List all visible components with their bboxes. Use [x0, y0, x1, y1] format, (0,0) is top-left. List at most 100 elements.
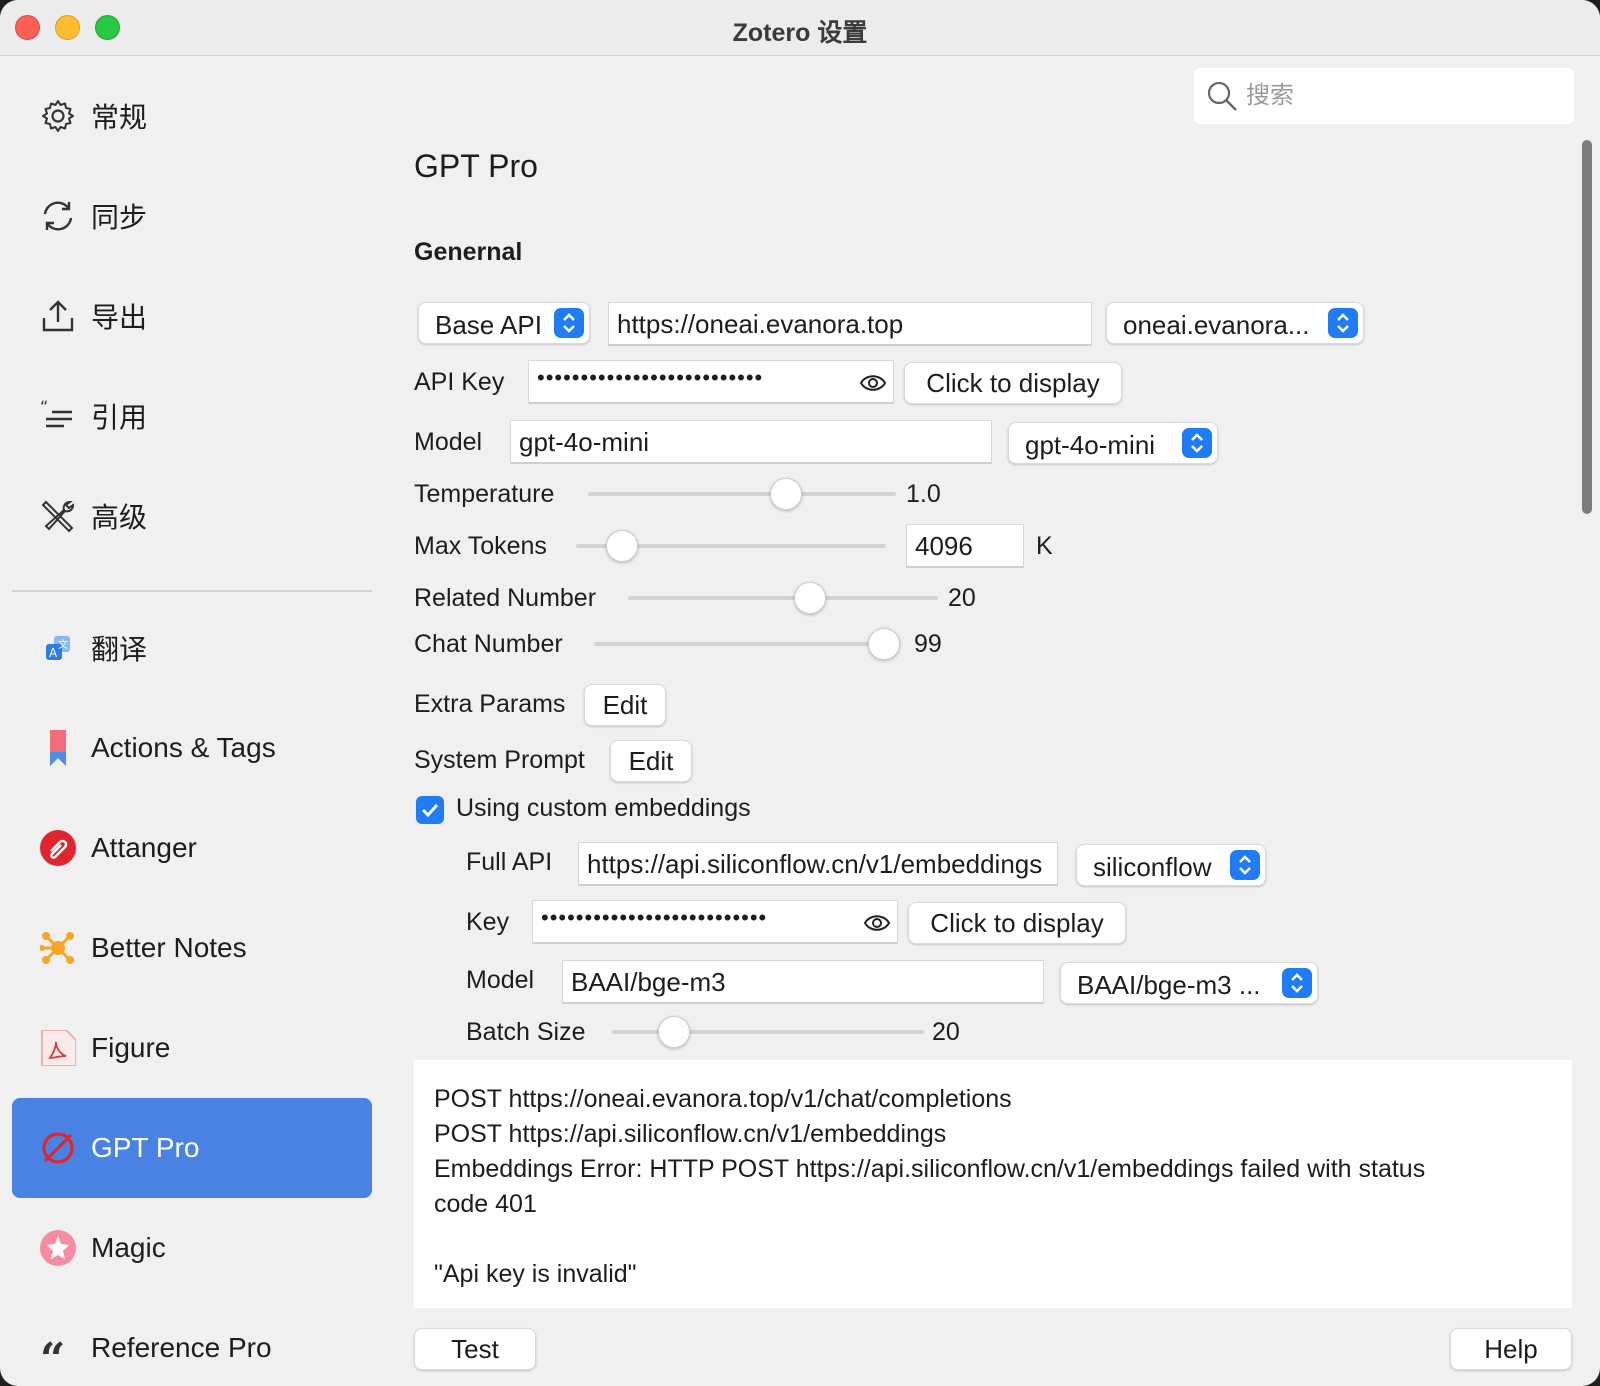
search-input[interactable] — [1246, 76, 1556, 116]
full-api-label: Full API — [466, 848, 553, 876]
sidebar-item-label: 翻译 — [91, 634, 148, 665]
sidebar-item-figure[interactable]: Figure — [12, 998, 372, 1098]
sidebar-item-label: Better Notes — [91, 932, 247, 963]
embed-key-field[interactable]: •••••••••••••••••••••••••• — [532, 900, 898, 944]
max-tokens-slider-knob[interactable] — [606, 530, 638, 562]
extra-params-edit-button[interactable]: Edit — [584, 684, 666, 726]
log-line: POST https://api.siliconflow.cn/v1/embed… — [434, 1120, 947, 1148]
svg-text:“: “ — [40, 1334, 65, 1366]
sidebar-item-advanced[interactable]: 高级 — [12, 466, 372, 566]
api-key-field[interactable]: •••••••••••••••••••••••••• — [528, 360, 894, 404]
sidebar-item-reference-pro[interactable]: “ Reference Pro — [12, 1298, 372, 1386]
base-api-url-field[interactable]: https://oneai.evanora.top — [608, 302, 1092, 346]
embed-model-preset-select[interactable]: BAAI/bge-m3 ... — [1060, 962, 1318, 1004]
output-log: POST https://oneai.evanora.top/v1/chat/c… — [414, 1060, 1572, 1308]
api-key-label: API Key — [414, 368, 505, 396]
sidebar-item-general[interactable]: 常规 — [12, 66, 372, 166]
base-api-select[interactable]: Base API — [418, 302, 590, 344]
sidebar: 常规 同步 导出 “„ 引用 高级 A 文 翻译 Actions & Tags … — [0, 56, 386, 1386]
sidebar-item-label: 常规 — [91, 102, 148, 133]
chevron-up-down-icon — [1328, 308, 1358, 338]
log-line: POST https://oneai.evanora.top/v1/chat/c… — [434, 1085, 1012, 1113]
better-notes-icon — [40, 930, 76, 966]
max-tokens-unit: K — [1036, 532, 1053, 560]
tools-icon — [40, 498, 76, 534]
chevron-up-down-icon — [1230, 850, 1260, 880]
batch-size-label: Batch Size — [466, 1018, 586, 1046]
sidebar-item-label: 同步 — [91, 202, 148, 233]
related-number-slider[interactable] — [628, 596, 938, 600]
related-number-slider-knob[interactable] — [794, 582, 826, 614]
log-line: code 401 — [434, 1190, 537, 1218]
sidebar-item-attanger[interactable]: Attanger — [12, 798, 372, 898]
embed-key-display-button[interactable]: Click to display — [908, 902, 1126, 944]
temperature-slider[interactable] — [588, 492, 896, 496]
model-preset-select[interactable]: gpt-4o-mini — [1008, 422, 1218, 464]
test-button[interactable]: Test — [414, 1328, 536, 1370]
search-icon — [1206, 80, 1238, 117]
title-bar: Zotero 设置 — [0, 0, 1600, 56]
sync-icon — [40, 198, 76, 234]
system-prompt-label: System Prompt — [414, 746, 585, 774]
section-heading: Genernal — [414, 238, 523, 266]
search-box[interactable] — [1194, 68, 1574, 124]
preferences-window: Zotero 设置 常规 同步 导出 “„ 引用 高级 A 文 翻译 Actio… — [0, 0, 1600, 1386]
api-key-display-button[interactable]: Click to display — [904, 362, 1122, 404]
sidebar-item-export[interactable]: 导出 — [12, 266, 372, 366]
bookmark-icon — [40, 730, 76, 766]
system-prompt-edit-button[interactable]: Edit — [610, 740, 692, 782]
max-tokens-field[interactable]: 4096 — [906, 524, 1024, 568]
attanger-icon — [40, 830, 76, 866]
pdf-icon — [40, 1030, 76, 1066]
sidebar-item-label: Reference Pro — [91, 1332, 272, 1363]
sidebar-item-sync[interactable]: 同步 — [12, 166, 372, 266]
page-title: GPT Pro — [414, 148, 538, 184]
sidebar-item-actions-tags[interactable]: Actions & Tags — [12, 698, 372, 798]
sidebar-item-label: 引用 — [91, 402, 148, 433]
custom-embeddings-label: Using custom embeddings — [456, 794, 751, 822]
help-button[interactable]: Help — [1450, 1328, 1572, 1370]
scrollbar-thumb[interactable] — [1582, 140, 1592, 514]
gear-icon — [40, 98, 76, 134]
svg-text:“: “ — [40, 398, 48, 416]
cite-icon: “„ — [40, 398, 76, 434]
sidebar-item-label: Figure — [91, 1032, 171, 1063]
temperature-slider-knob[interactable] — [770, 478, 802, 510]
eye-icon[interactable] — [859, 371, 887, 400]
checkmark-icon — [421, 803, 439, 818]
sidebar-item-translate[interactable]: A文 翻译 — [12, 598, 372, 698]
sidebar-item-cite[interactable]: “„ 引用 — [12, 366, 372, 466]
embed-model-field[interactable]: BAAI/bge-m3 — [562, 960, 1044, 1004]
eye-icon[interactable] — [863, 911, 891, 940]
translate-icon: A文 — [40, 630, 76, 666]
gpt-pro-icon — [40, 1130, 76, 1166]
sidebar-item-label: Magic — [91, 1232, 166, 1263]
sidebar-item-better-notes[interactable]: Better Notes — [12, 898, 372, 998]
batch-size-value: 20 — [932, 1018, 960, 1046]
chat-number-slider-knob[interactable] — [868, 628, 900, 660]
related-number-label: Related Number — [414, 584, 597, 612]
sidebar-item-label: 导出 — [91, 302, 148, 333]
custom-embeddings-checkbox[interactable] — [416, 796, 444, 824]
full-api-preset-select[interactable]: siliconflow — [1076, 844, 1266, 886]
svg-text:文: 文 — [58, 638, 68, 651]
base-api-preset-select[interactable]: oneai.evanora... — [1106, 302, 1364, 344]
sidebar-item-label: 高级 — [91, 502, 148, 533]
export-icon — [40, 298, 76, 334]
sidebar-item-label: Actions & Tags — [91, 732, 276, 763]
chat-number-slider[interactable] — [594, 642, 900, 646]
full-api-url-field[interactable]: https://api.siliconflow.cn/v1/embeddings — [578, 842, 1058, 886]
extra-params-label: Extra Params — [414, 690, 566, 718]
quote-icon: “ — [40, 1330, 76, 1366]
magic-icon — [40, 1230, 76, 1266]
sidebar-item-magic[interactable]: Magic — [12, 1198, 372, 1298]
window-title: Zotero 设置 — [732, 19, 868, 47]
batch-size-slider-knob[interactable] — [658, 1016, 690, 1048]
chevron-up-down-icon — [1182, 428, 1212, 458]
chevron-up-down-icon — [554, 308, 584, 338]
chevron-up-down-icon — [1282, 968, 1312, 998]
sidebar-item-gpt-pro[interactable]: GPT Pro — [12, 1098, 372, 1198]
log-line: "Api key is invalid" — [434, 1260, 637, 1288]
model-field[interactable]: gpt-4o-mini — [510, 420, 992, 464]
